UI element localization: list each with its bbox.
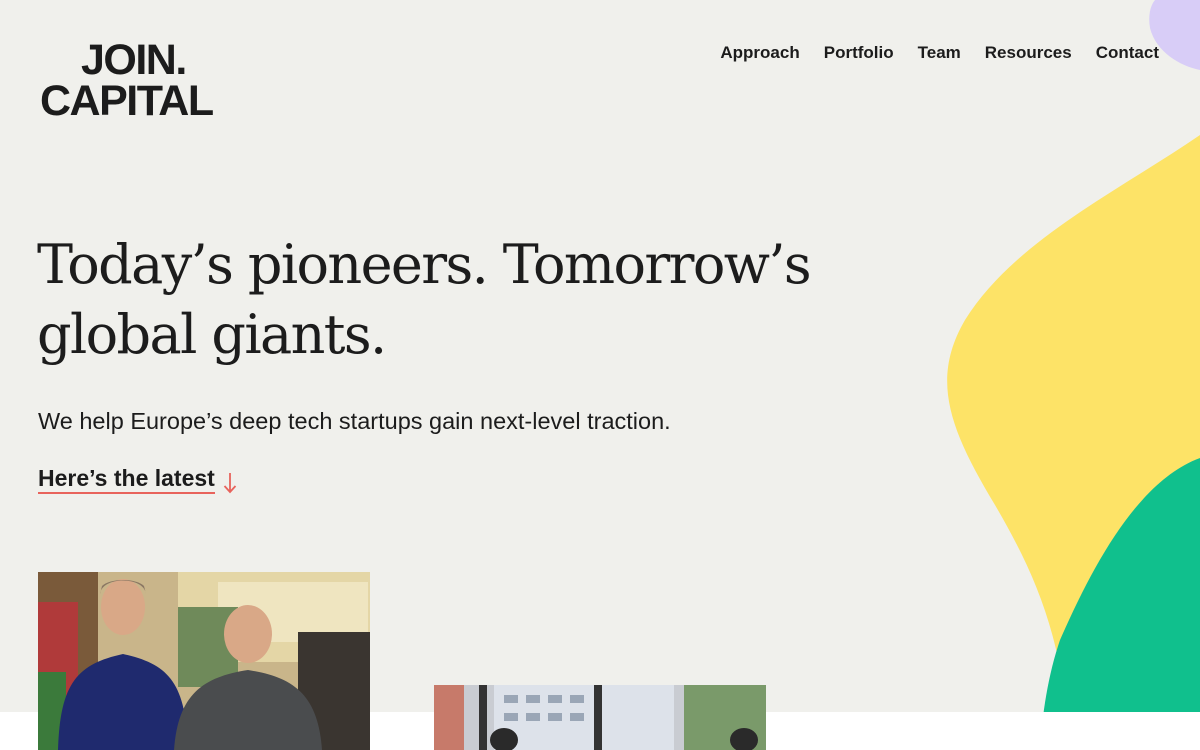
green-blob	[1040, 458, 1200, 750]
hero-subtitle: We help Europe’s deep tech startups gain…	[38, 408, 671, 434]
nav-contact[interactable]: Contact	[1096, 42, 1159, 64]
yellow-blob	[947, 135, 1200, 750]
latest-link-label: Here’s the latest	[38, 465, 215, 494]
nav-team[interactable]: Team	[918, 42, 961, 64]
logo-line-2: CAPITAL	[40, 77, 214, 125]
heres-the-latest-link[interactable]: Here’s the latest	[38, 465, 237, 495]
nav-approach[interactable]: Approach	[720, 42, 799, 64]
nav-portfolio[interactable]: Portfolio	[824, 42, 894, 64]
logo-line-1: JOIN.	[81, 36, 187, 84]
hero-title: Today’s pioneers. Tomorrow’s global gian…	[37, 233, 812, 366]
join-capital-logo[interactable]: JOIN. CAPITAL	[40, 36, 230, 125]
nav-resources[interactable]: Resources	[985, 42, 1072, 64]
arrow-down-icon	[223, 471, 237, 495]
main-nav: Approach Portfolio Team Resources Contac…	[696, 42, 1159, 64]
office-photo[interactable]	[434, 685, 766, 750]
founders-photo[interactable]	[38, 572, 370, 750]
